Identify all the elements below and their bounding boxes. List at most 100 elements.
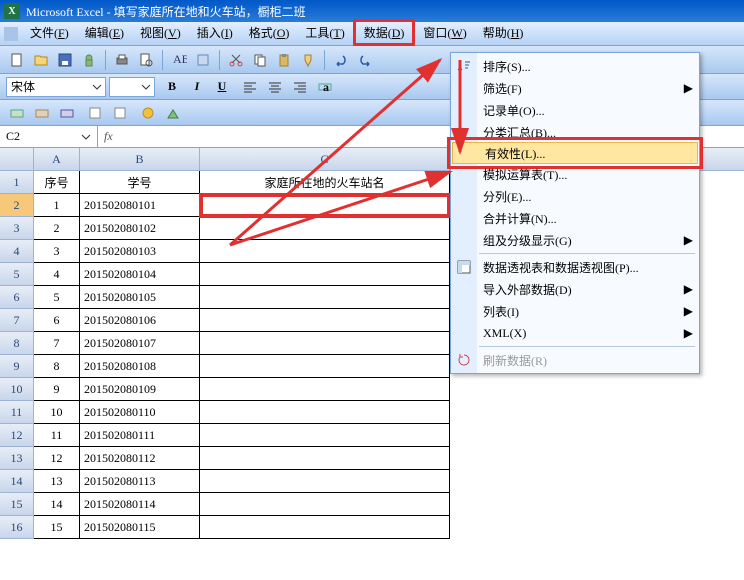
cell-A16[interactable]: 15 [34,516,80,539]
menubar-handle[interactable] [4,27,18,41]
cell-B5[interactable]: 201502080104 [80,263,200,286]
open-button[interactable] [30,49,52,71]
redo-button[interactable] [354,49,376,71]
bold-button[interactable]: B [161,76,183,98]
cell-C5[interactable] [200,263,450,286]
undo-button[interactable] [330,49,352,71]
cell-C15[interactable] [200,493,450,516]
cell-C13[interactable] [200,447,450,470]
cell-C8[interactable] [200,332,450,355]
cell-A9[interactable]: 8 [34,355,80,378]
menu-e[interactable]: 编辑(E) [77,22,132,46]
row-header-9[interactable]: 9 [0,355,34,378]
font-size-select[interactable] [109,77,155,97]
col-header-C[interactable]: C [200,148,450,170]
cell-B12[interactable]: 201502080111 [80,424,200,447]
extra-btn-1[interactable] [6,102,28,124]
row-header-7[interactable]: 7 [0,309,34,332]
align-right-button[interactable] [289,76,311,98]
cell-B2[interactable]: 201502080101 [80,194,200,217]
menu-item[interactable]: 组及分级显示(G)▶ [451,229,699,251]
name-box[interactable]: C2 [0,126,98,147]
cell-C16[interactable] [200,516,450,539]
col-header-A[interactable]: A [34,148,80,170]
extra-btn-2[interactable] [31,102,53,124]
menu-item[interactable]: 列表(I)▶ [451,300,699,322]
align-left-button[interactable] [239,76,261,98]
cell-B13[interactable]: 201502080112 [80,447,200,470]
extra-btn-6[interactable] [137,102,159,124]
menu-item[interactable]: 分类汇总(B)... [451,121,699,143]
cell-A2[interactable]: 1 [34,194,80,217]
cell-B15[interactable]: 201502080114 [80,493,200,516]
extra-btn-7[interactable] [162,102,184,124]
col-header-B[interactable]: B [80,148,200,170]
spelling-button[interactable]: ABC [168,49,190,71]
extra-btn-4[interactable] [84,102,106,124]
menu-item[interactable]: 筛选(F)▶ [451,77,699,99]
row-header-16[interactable]: 16 [0,516,34,539]
preview-button[interactable] [135,49,157,71]
cell-A3[interactable]: 2 [34,217,80,240]
cell-C12[interactable] [200,424,450,447]
cell-C2[interactable] [200,194,450,217]
cell-B8[interactable]: 201502080107 [80,332,200,355]
menu-item[interactable]: 记录单(O)... [451,99,699,121]
italic-button[interactable]: I [186,76,208,98]
font-name-select[interactable]: 宋体 [6,77,106,97]
menu-w[interactable]: 窗口(W) [415,22,474,46]
cell-A5[interactable]: 4 [34,263,80,286]
cell-C7[interactable] [200,309,450,332]
cell-B7[interactable]: 201502080106 [80,309,200,332]
row-header-13[interactable]: 13 [0,447,34,470]
cell-A13[interactable]: 12 [34,447,80,470]
row-header-5[interactable]: 5 [0,263,34,286]
save-button[interactable] [54,49,76,71]
menu-item[interactable]: 导入外部数据(D)▶ [451,278,699,300]
cell-B16[interactable]: 201502080115 [80,516,200,539]
extra-btn-5[interactable] [109,102,131,124]
cell-C6[interactable] [200,286,450,309]
cell-A7[interactable]: 6 [34,309,80,332]
cell-A6[interactable]: 5 [34,286,80,309]
underline-button[interactable]: U [211,76,233,98]
cell-C14[interactable] [200,470,450,493]
cut-button[interactable] [225,49,247,71]
row-header-10[interactable]: 10 [0,378,34,401]
extra-btn-3[interactable] [56,102,78,124]
cell-C3[interactable] [200,217,450,240]
menu-o[interactable]: 格式(O) [241,22,298,46]
row-header-15[interactable]: 15 [0,493,34,516]
row-header-4[interactable]: 4 [0,240,34,263]
cell-C10[interactable] [200,378,450,401]
row-header-2[interactable]: 2 [0,194,34,217]
cell-A11[interactable]: 10 [34,401,80,424]
row-header-12[interactable]: 12 [0,424,34,447]
row-header-1[interactable]: 1 [0,171,34,194]
new-button[interactable] [6,49,28,71]
cell-C11[interactable] [200,401,450,424]
cell-A12[interactable]: 11 [34,424,80,447]
cell-A8[interactable]: 7 [34,332,80,355]
select-all-corner[interactable] [0,148,34,170]
cell-A14[interactable]: 13 [34,470,80,493]
menu-d[interactable]: 数据(D) [353,19,416,46]
row-header-8[interactable]: 8 [0,332,34,355]
cell-B14[interactable]: 201502080113 [80,470,200,493]
row-header-3[interactable]: 3 [0,217,34,240]
row-header-11[interactable]: 11 [0,401,34,424]
menu-item[interactable]: 排序(S)... [451,55,699,77]
cell-B1[interactable]: 学号 [80,171,200,194]
menu-item[interactable]: 数据透视表和数据透视图(P)... [451,256,699,278]
cell-A15[interactable]: 14 [34,493,80,516]
merge-center-button[interactable]: a [314,76,336,98]
cell-A10[interactable]: 9 [34,378,80,401]
menu-item[interactable]: XML(X)▶ [451,322,699,344]
cell-B3[interactable]: 201502080102 [80,217,200,240]
fx-label[interactable]: fx [104,129,113,144]
cell-C9[interactable] [200,355,450,378]
paste-button[interactable] [273,49,295,71]
cell-A1[interactable]: 序号 [34,171,80,194]
menu-item[interactable]: 模拟运算表(T)... [451,163,699,185]
menu-i[interactable]: 插入(I) [189,22,241,46]
